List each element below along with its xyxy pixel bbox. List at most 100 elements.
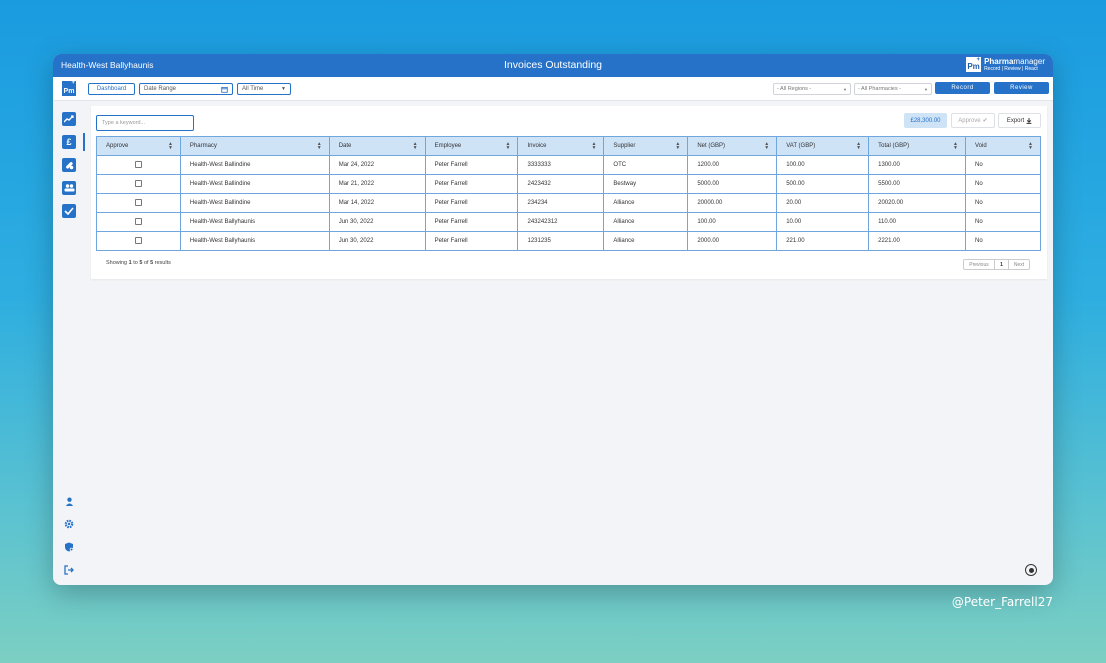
approve-checkbox[interactable]: [134, 199, 142, 207]
total-cell: 20020.00: [868, 193, 966, 213]
employee-cell: Peter Farrell: [424, 193, 519, 213]
results-summary: Showing 1 to 5 of 5 results: [106, 260, 171, 266]
table-row: Health-West Ballindine Mar 21, 2022 Pete…: [96, 174, 1041, 194]
brand-tagline: Record | Review | React: [984, 65, 1038, 72]
date-range-input[interactable]: Date Range: [139, 83, 233, 95]
vat-cell: 100.00: [776, 155, 870, 175]
vat-cell: 500.00: [776, 174, 870, 194]
top-toolbar: Pm + Dashboard Date Range All Time ▼ - Al…: [53, 77, 1053, 101]
time-filter-select[interactable]: All Time ▼: [237, 83, 291, 95]
supplier-cell: Alliance: [603, 193, 689, 213]
date-cell: Mar 14, 2022: [328, 193, 426, 213]
date-cell: Jun 30, 2022: [328, 212, 426, 232]
date-range-placeholder: Date Range: [144, 86, 177, 92]
pharmacies-value: - All Pharmacies -: [858, 86, 902, 92]
employee-cell: Peter Farrell: [424, 155, 519, 175]
invoices-panel: Type a keyword... £28,300.00 Approve ✔ E…: [91, 106, 1047, 279]
vat-cell: 10.00: [776, 212, 870, 232]
time-filter-value: All Time: [242, 86, 264, 92]
approve-checkbox[interactable]: [134, 218, 142, 226]
chevron-down-icon: ▼: [924, 86, 928, 92]
supplier-cell: OTC: [603, 155, 689, 175]
total-cell: 2221.00: [868, 231, 966, 251]
export-button[interactable]: Export: [998, 113, 1041, 128]
pound-icon[interactable]: £: [62, 135, 76, 149]
pharmacies-select[interactable]: - All Pharmacies - ▼: [854, 83, 932, 95]
pharmacy-cell: Health-West Ballyhaunis: [179, 212, 330, 232]
void-cell: No: [965, 155, 1041, 175]
table-row: Health-West Ballindine Mar 24, 2022 Pete…: [96, 155, 1041, 175]
active-indicator: [83, 133, 85, 151]
column-header-date[interactable]: Date ▲ ▼: [328, 136, 426, 156]
column-header-pharmacy[interactable]: Pharmacy ▲ ▼: [179, 136, 330, 156]
sort-icon: ▲ ▼: [412, 141, 418, 151]
checkmark-icon[interactable]: [62, 204, 76, 218]
medicine-icon[interactable]: [62, 158, 76, 172]
table-row: Health-West Ballindine Mar 14, 2022 Pete…: [96, 193, 1041, 213]
next-page-button[interactable]: Next: [1009, 260, 1029, 269]
gear-icon[interactable]: [62, 517, 76, 531]
table-row: Health-West Ballyhaunis Jun 30, 2022 Pet…: [96, 212, 1041, 232]
invoice-cell: 243242312: [517, 212, 605, 232]
total-cell: 1300.00: [868, 155, 966, 175]
void-cell: No: [965, 193, 1041, 213]
user-icon[interactable]: [62, 494, 76, 508]
table-row: Health-West Ballyhaunis Jun 30, 2022 Pet…: [96, 231, 1041, 251]
sort-icon: ▲ ▼: [764, 141, 770, 151]
column-header-total[interactable]: Total (GBP) ▲ ▼: [868, 136, 966, 156]
dashboard-button[interactable]: Dashboard: [88, 83, 135, 95]
supplier-cell: Bestway: [603, 174, 689, 194]
shield-icon[interactable]: [62, 540, 76, 554]
sort-icon: ▲ ▼: [1028, 141, 1033, 151]
column-header-approve[interactable]: Approve ▲ ▼: [96, 136, 181, 156]
invoice-cell: 3333333: [517, 155, 605, 175]
column-header-net[interactable]: Net (GBP) ▲ ▼: [687, 136, 778, 156]
team-icon[interactable]: [62, 181, 76, 195]
vat-cell: 221.00: [776, 231, 870, 251]
approve-checkbox[interactable]: [134, 237, 142, 245]
regions-select[interactable]: - All Regions - ▼: [773, 83, 851, 95]
approve-label: Approve: [958, 117, 981, 124]
column-header-employee[interactable]: Employee ▲ ▼: [424, 136, 519, 156]
logout-icon[interactable]: [62, 563, 76, 577]
sort-icon: ▲ ▼: [505, 141, 511, 151]
sidebar: £: [53, 102, 85, 585]
page-1-button[interactable]: 1: [995, 260, 1009, 269]
search-input[interactable]: Type a keyword...: [96, 115, 194, 131]
approve-checkbox[interactable]: [134, 180, 142, 188]
vat-cell: 20.00: [776, 193, 870, 213]
chevron-down-icon: ▼: [843, 86, 847, 92]
author-watermark: @Peter_Farrell27: [951, 595, 1053, 609]
chevron-down-icon: ▼: [281, 86, 286, 92]
app-logo-icon[interactable]: Pm +: [62, 80, 76, 96]
brand-name-rest: manager: [1013, 56, 1045, 66]
support-icon[interactable]: [1025, 564, 1037, 576]
brand-name-bold: Pharma: [984, 56, 1014, 66]
column-header-supplier[interactable]: Supplier ▲ ▼: [603, 136, 689, 156]
net-cell: 100.00: [687, 212, 778, 232]
download-icon: [1026, 117, 1032, 124]
calendar-icon: [221, 86, 228, 93]
sort-icon: ▲ ▼: [856, 141, 862, 151]
net-cell: 20000.00: [687, 193, 778, 213]
record-button[interactable]: Record: [935, 82, 990, 94]
invoice-cell: 234234: [517, 193, 605, 213]
column-header-vat[interactable]: VAT (GBP) ▲ ▼: [776, 136, 870, 156]
invoices-table: Approve ▲ ▼ Pharmacy ▲ ▼ Date ▲ ▼ Employee ▲ ▼ I…: [96, 136, 1041, 251]
approve-checkbox[interactable]: [134, 161, 142, 169]
sort-icon: ▲ ▼: [591, 141, 597, 151]
total-cell: 5500.00: [868, 174, 966, 194]
column-header-void[interactable]: Void ▲ ▼: [965, 136, 1041, 156]
date-cell: Mar 24, 2022: [328, 155, 426, 175]
employee-cell: Peter Farrell: [424, 212, 519, 232]
approve-button[interactable]: Approve ✔: [951, 113, 995, 128]
outstanding-total-badge: £28,300.00: [904, 113, 947, 128]
pharmacy-cell: Health-West Ballindine: [179, 174, 330, 194]
previous-page-button[interactable]: Previous: [964, 260, 995, 269]
trend-chart-icon[interactable]: [62, 112, 76, 126]
employee-cell: Peter Farrell: [424, 174, 519, 194]
review-button[interactable]: Review: [994, 82, 1049, 94]
void-cell: No: [965, 174, 1041, 194]
column-header-invoice[interactable]: Invoice ▲ ▼: [517, 136, 605, 156]
void-cell: No: [965, 212, 1041, 232]
